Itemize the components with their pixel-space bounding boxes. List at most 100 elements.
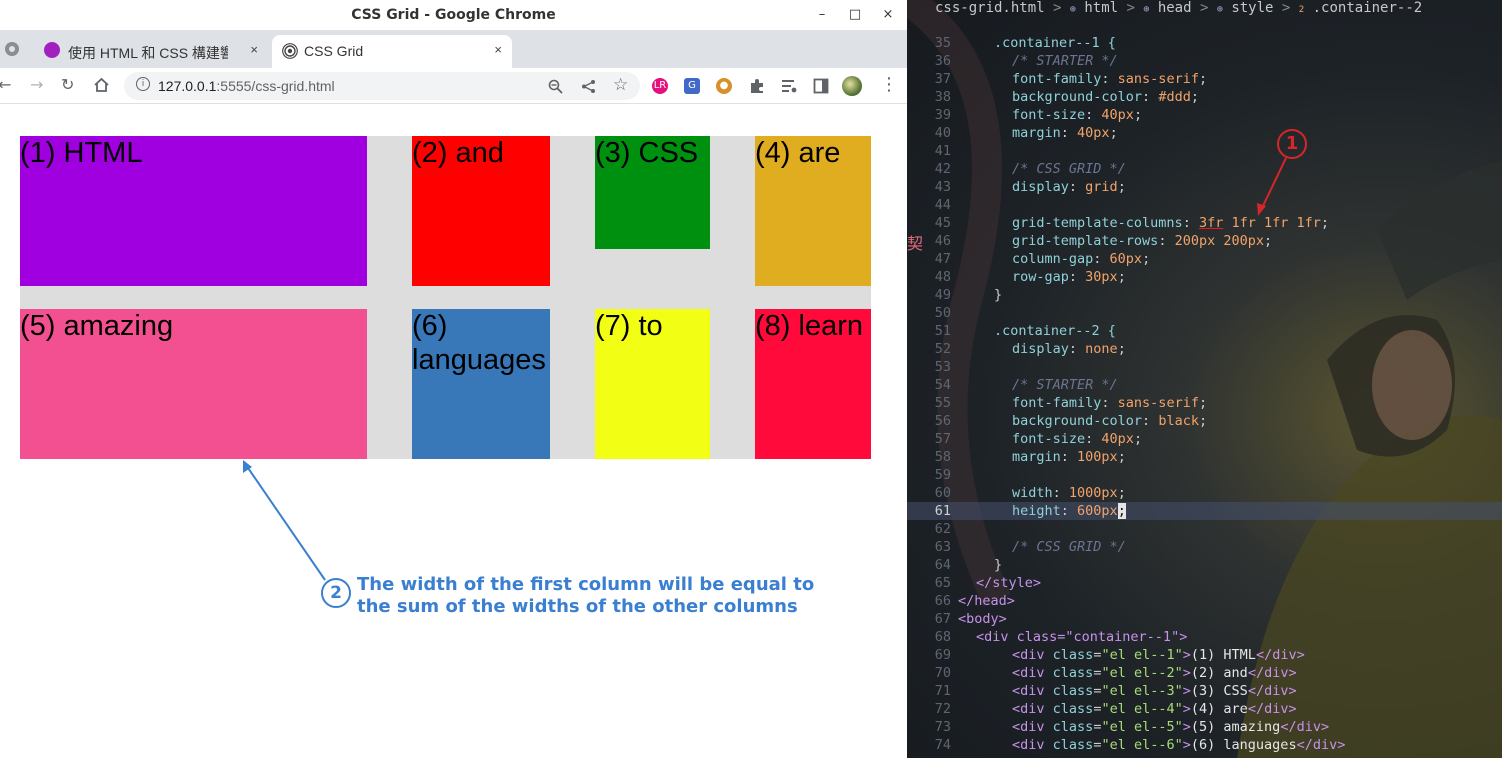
tab-search-icon[interactable]: [4, 41, 20, 57]
code-line[interactable]: 65 </style>: [907, 574, 1502, 592]
minimize-button[interactable]: –: [812, 5, 832, 25]
code-line[interactable]: 67 <body>: [907, 610, 1502, 628]
tab-active[interactable]: CSS Grid ×: [272, 35, 512, 68]
code-line[interactable]: 60 width: 1000px;: [907, 484, 1502, 502]
code-line[interactable]: 42 /* CSS GRID */: [907, 160, 1502, 178]
share-icon[interactable]: [581, 79, 596, 94]
code-line[interactable]: 72 <div class="el el--4">(4) are</div>: [907, 700, 1502, 718]
reload-icon[interactable]: ↻: [61, 75, 74, 94]
code-line[interactable]: 48 row-gap: 30px;: [907, 268, 1502, 286]
code-line[interactable]: 58 margin: 100px;: [907, 448, 1502, 466]
element-icon: ⊕: [1069, 4, 1076, 15]
cookie-extension-icon[interactable]: ●: [716, 78, 732, 94]
line-number: 61: [934, 503, 951, 519]
grid-item-html: (1) HTML: [20, 136, 367, 286]
code-text: <div class="el el--5">(5) amazing</div>: [1012, 719, 1330, 735]
code-token: </style>: [976, 575, 1042, 591]
info-favicon-icon: [44, 42, 60, 58]
code-line[interactable]: 52 display: none;: [907, 340, 1502, 358]
site-info-icon[interactable]: i: [136, 77, 150, 91]
close-window-button[interactable]: ×: [878, 5, 898, 25]
code-line[interactable]: 73 <div class="el el--5">(5) amazing</div…: [907, 718, 1502, 736]
css-value: 600px: [1077, 503, 1118, 519]
code-line[interactable]: 61 height: 600px;: [907, 502, 1502, 520]
translate-extension-icon[interactable]: G: [684, 78, 700, 94]
bookmark-star-icon[interactable]: ☆: [613, 75, 628, 95]
close-tab-icon[interactable]: ×: [494, 42, 502, 57]
code-line[interactable]: 37 font-family: sans-serif;: [907, 70, 1502, 88]
line-number: 59: [934, 467, 951, 483]
code-line[interactable]: 47 column-gap: 60px;: [907, 250, 1502, 268]
side-panel-icon[interactable]: [813, 78, 829, 94]
code-line[interactable]: 54 /* STARTER */: [907, 376, 1502, 394]
maximize-button[interactable]: □: [845, 5, 865, 25]
css-property: background-color: [1012, 413, 1143, 429]
address-bar[interactable]: i 127.0.0.1:5555/css-grid.html ☆: [124, 72, 640, 100]
code-line[interactable]: 36 /* STARTER */: [907, 52, 1502, 70]
puzzle-extensions-icon[interactable]: [749, 78, 765, 94]
code-line[interactable]: 57 font-size: 40px;: [907, 430, 1502, 448]
code-text: }: [994, 556, 1002, 574]
back-arrow-icon[interactable]: ←: [0, 75, 11, 94]
code-line[interactable]: 44: [907, 196, 1502, 214]
code-line[interactable]: 38 background-color: #ddd;: [907, 88, 1502, 106]
class-name: el el--4: [1109, 701, 1175, 717]
code-text: margin: 100px;: [1012, 449, 1126, 465]
code-text: <div class="el el--2">(2) and</div>: [1012, 665, 1297, 681]
url-text[interactable]: 127.0.0.1:5555/css-grid.html: [158, 78, 335, 94]
line-number: 53: [934, 359, 951, 375]
code-line[interactable]: 40 margin: 40px;: [907, 124, 1502, 142]
code-line[interactable]: 56 background-color: black;: [907, 412, 1502, 430]
code-line[interactable]: 46 grid-template-rows: 200px 200px;: [907, 232, 1502, 250]
selector-index: 2: [1298, 5, 1305, 15]
reading-list-icon[interactable]: [781, 79, 797, 93]
code-line[interactable]: 59: [907, 466, 1502, 484]
code-line[interactable]: 53: [907, 358, 1502, 376]
code-line[interactable]: 43 display: grid;: [907, 178, 1502, 196]
line-number: 51: [934, 323, 951, 339]
code-line[interactable]: 74 <div class="el el--6">(6) languages</d…: [907, 736, 1502, 754]
code-text: <body>: [958, 610, 1007, 628]
zoom-icon[interactable]: [548, 79, 563, 94]
code-line[interactable]: 35 .container--1 {: [907, 34, 1502, 52]
code-text: /* STARTER */: [1012, 376, 1118, 394]
code-line[interactable]: 69 <div class="el el--1">(1) HTML</div>: [907, 646, 1502, 664]
code-line[interactable]: 68 <div class="container--1">: [907, 628, 1502, 646]
code-line[interactable]: 64}: [907, 556, 1502, 574]
tab-inactive[interactable]: 使用 HTML 和 CSS 構建響應 ×: [36, 35, 268, 68]
breadcrumb-head[interactable]: head: [1158, 0, 1192, 16]
code-line[interactable]: 66 </head>: [907, 592, 1502, 610]
browser-toolbar: ← → ↻ i 127.0.0.1:5555/css-grid.html ☆ L…: [0, 68, 907, 104]
code-line[interactable]: 70 <div class="el el--2">(2) and</div>: [907, 664, 1502, 682]
css-property: height: [1012, 503, 1061, 519]
code-text: <div class="container--1">: [976, 628, 1187, 646]
profile-avatar[interactable]: [842, 76, 862, 96]
code-line[interactable]: 41: [907, 142, 1502, 160]
extension-icon-1[interactable]: LR: [652, 78, 668, 94]
code-text: <div class="el el--3">(3) CSS</div>: [1012, 683, 1297, 699]
code-text: grid-template-columns: 3fr 1fr 1fr 1fr;: [1012, 215, 1330, 231]
element-icon: ⊕: [1143, 4, 1150, 15]
code-line[interactable]: 50: [907, 304, 1502, 322]
kebab-menu-icon[interactable]: ⋮: [880, 74, 898, 95]
code-line[interactable]: 63 /* CSS GRID */: [907, 538, 1502, 556]
close-tab-icon[interactable]: ×: [250, 42, 258, 57]
breadcrumb-style[interactable]: style: [1231, 0, 1273, 16]
code-line[interactable]: 39 font-size: 40px;: [907, 106, 1502, 124]
code-line[interactable]: 49}: [907, 286, 1502, 304]
window-title: CSS Grid - Google Chrome: [351, 7, 556, 23]
breadcrumb-html[interactable]: html: [1084, 0, 1118, 16]
code-line[interactable]: 55 font-family: sans-serif;: [907, 394, 1502, 412]
code-line[interactable]: 45 grid-template-columns: 3fr 1fr 1fr 1fr…: [907, 214, 1502, 232]
code-line[interactable]: 71 <div class="el el--3">(3) CSS</div>: [907, 682, 1502, 700]
code-line[interactable]: 51 .container--2 {: [907, 322, 1502, 340]
code-line[interactable]: 62: [907, 520, 1502, 538]
home-icon[interactable]: [93, 77, 110, 93]
forward-arrow-icon[interactable]: →: [30, 75, 43, 94]
breadcrumb-selector[interactable]: .container--2: [1313, 0, 1423, 16]
breadcrumb-file[interactable]: css-grid.html: [935, 0, 1045, 16]
line-number: 62: [934, 521, 951, 537]
code-lines[interactable]: 35 .container--1 {36 /* STARTER */ 37 font-f…: [907, 34, 1502, 754]
class-name: el el--5: [1109, 719, 1175, 735]
page-viewport: (1) HTML (2) and (3) CSS (4) are (5) amazing…: [0, 105, 907, 758]
